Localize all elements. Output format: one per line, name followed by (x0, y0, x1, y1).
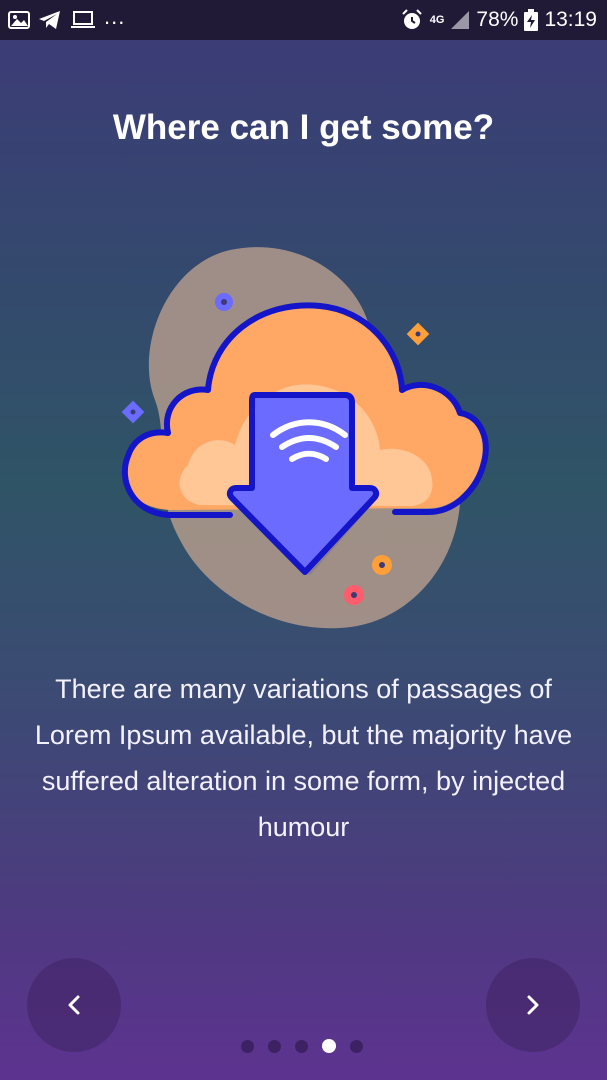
chevron-left-icon (68, 995, 80, 1015)
previous-button[interactable] (27, 958, 121, 1052)
chevron-right-icon (527, 995, 539, 1015)
slide-description: There are many variations of passages of… (34, 674, 573, 842)
page-dot[interactable] (268, 1039, 281, 1053)
clock: 13:19 (544, 8, 597, 31)
status-left: ... (8, 4, 125, 30)
battery-percent: 78% (476, 8, 519, 31)
page-dot[interactable] (350, 1039, 363, 1053)
network-type-icon: 4G (429, 13, 445, 26)
alarm-icon (400, 8, 424, 32)
telegram-icon (38, 10, 62, 30)
signal-icon (450, 10, 470, 30)
battery-charging-icon (524, 9, 539, 31)
page-indicator (241, 1039, 363, 1053)
status-bar: ... 4G 78% 13:19 (0, 0, 607, 40)
page-dot-active[interactable] (322, 1039, 336, 1053)
more-notifications: ... (104, 4, 126, 29)
page-dot[interactable] (295, 1039, 308, 1053)
image-icon (8, 10, 30, 30)
laptop-icon (70, 10, 96, 30)
status-right: 4G 78% 13:19 (400, 8, 597, 32)
next-button[interactable] (486, 958, 580, 1052)
cloud-download-icon (121, 247, 489, 629)
cloud-download-illustration (110, 240, 500, 630)
page-dot[interactable] (241, 1039, 254, 1053)
page-title: Where can I get some? (112, 108, 495, 147)
